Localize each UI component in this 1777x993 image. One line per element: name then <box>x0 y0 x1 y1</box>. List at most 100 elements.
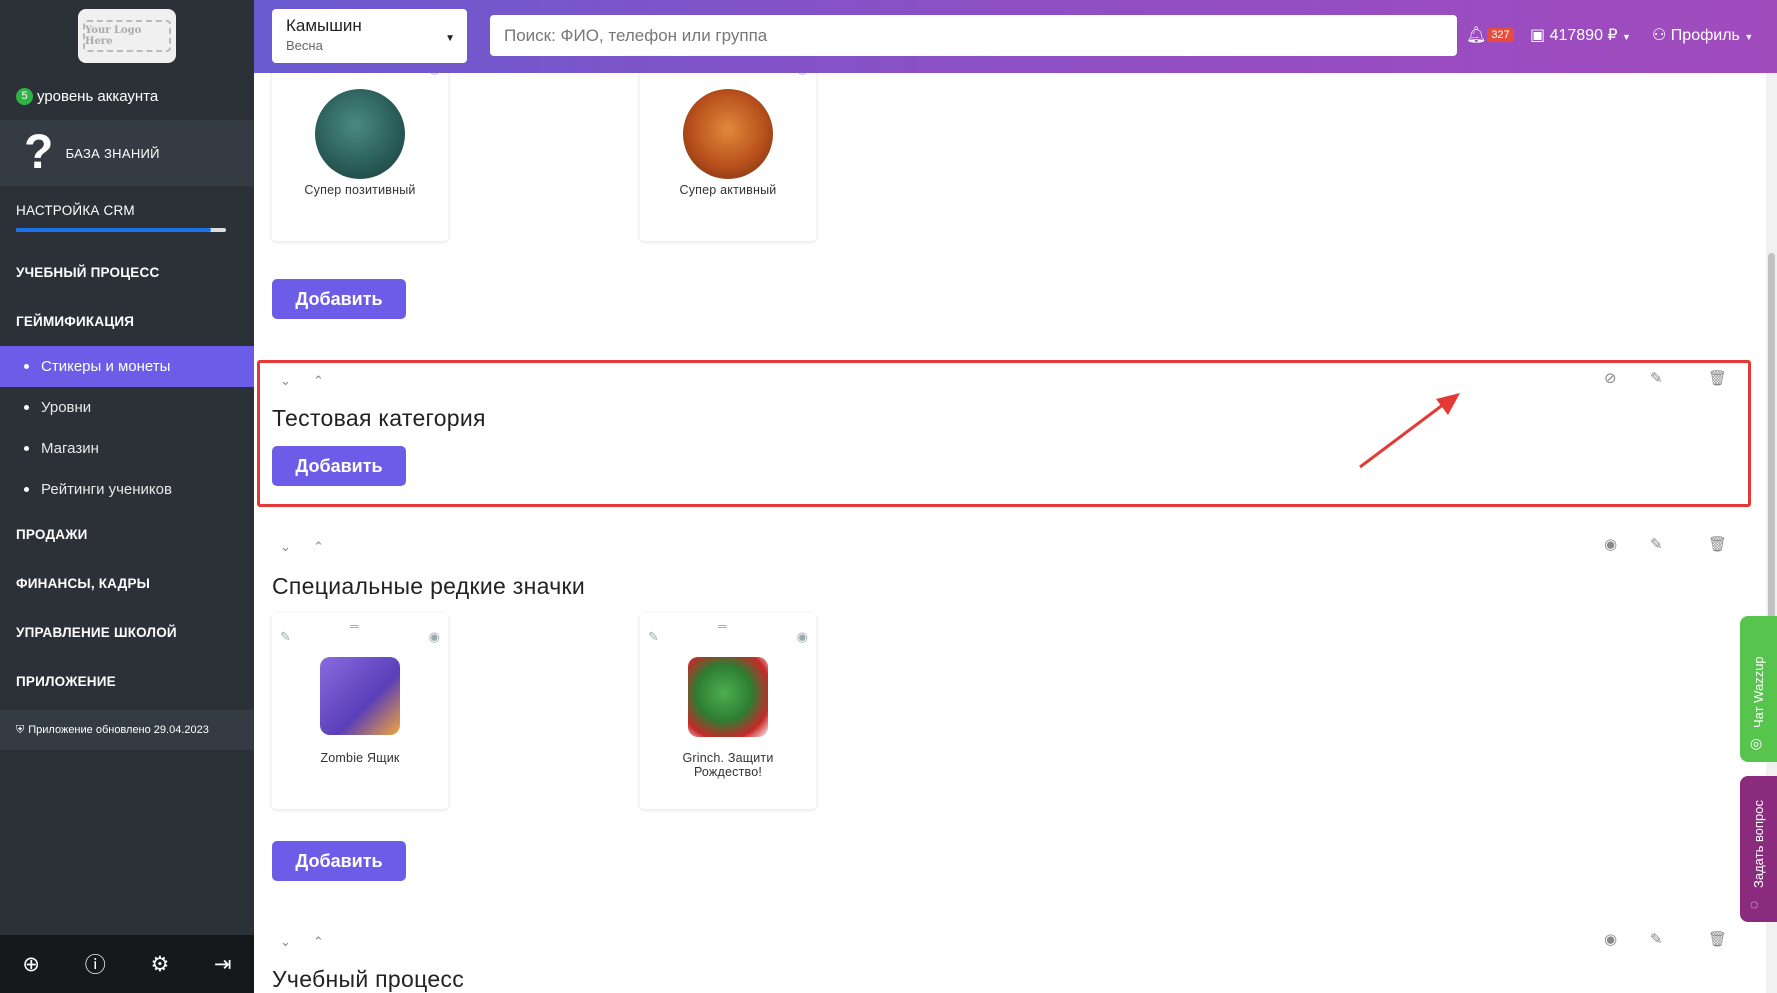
account-level-badge: 5 <box>16 87 33 105</box>
notifications-button[interactable]: 🔔︎ 327 <box>1466 25 1514 45</box>
notifications-count: 327 <box>1487 28 1514 42</box>
sidebar-subitem-ratings[interactable]: Рейтинги учеников <box>0 469 254 510</box>
sidebar-item-finance[interactable]: ФИНАНСЫ, КАДРЫ <box>0 559 254 608</box>
sidebar-subitem-label: Уровни <box>41 399 92 416</box>
chevron-down-icon[interactable]: ⌄ <box>280 373 291 389</box>
edit-icon[interactable]: ✎ <box>280 73 291 77</box>
sticker-card: ✎ ◉ Супер активный <box>640 73 816 241</box>
bullet-icon <box>24 405 29 410</box>
bullet-icon <box>24 487 29 492</box>
sidebar-subitem-label: Стикеры и монеты <box>41 358 171 375</box>
sticker-label: Grinch. Защити Рождество! <box>682 751 774 779</box>
logo-text: Your Logo Here <box>83 20 171 52</box>
trash-icon[interactable]: 🗑︎ <box>1708 930 1727 948</box>
category-title: Специальные редкие значки <box>272 573 586 599</box>
eye-off-icon[interactable]: ⊘ <box>1604 369 1617 387</box>
sidebar-footer: ⊕ ⓘ ⚙ ⇥ <box>0 935 254 993</box>
drag-handle-icon[interactable]: ═ <box>350 619 359 633</box>
logout-icon[interactable]: ⇥ <box>214 952 232 977</box>
eye-icon[interactable]: ◉ <box>797 629 808 645</box>
annotation-arrow <box>1359 393 1460 469</box>
crm-setup-progress-fill <box>16 227 212 232</box>
settings-icon[interactable]: ⚙ <box>150 952 169 977</box>
logo[interactable]: Your Logo Here <box>78 9 176 63</box>
balance-dropdown[interactable]: ▣ 417890 ₽ ▼ <box>1530 25 1631 45</box>
eye-icon[interactable]: ◉ <box>429 629 440 645</box>
branch-selector[interactable]: Камышин Весна ▼ <box>272 9 467 63</box>
sticker-image <box>315 89 405 179</box>
edit-icon[interactable]: ✎ <box>648 629 659 645</box>
chevron-up-icon[interactable]: ⌃ <box>313 539 324 555</box>
trash-icon[interactable]: 🗑︎ <box>1708 535 1727 553</box>
crm-setup-progress <box>16 227 226 232</box>
sticker-image <box>320 657 400 735</box>
add-sticker-button[interactable]: Добавить <box>272 279 406 319</box>
gamification-submenu: Стикеры и монеты Уровни Магазин Рейтинги… <box>0 346 254 510</box>
sticker-card: ═ ✎ ◉ Zombie Ящик <box>272 613 448 809</box>
sticker-label: Zombie Ящик <box>320 751 400 765</box>
edit-icon[interactable]: ✎ <box>1650 930 1663 948</box>
eye-icon[interactable]: ◉ <box>429 73 440 77</box>
ask-question-label: Задать вопрос <box>1751 800 1766 888</box>
sidebar-item-app[interactable]: ПРИЛОЖЕНИЕ <box>0 657 254 706</box>
scrollbar-thumb[interactable] <box>1768 253 1775 673</box>
sticker-image <box>683 89 773 179</box>
add-sticker-button[interactable]: Добавить <box>272 446 406 486</box>
account-level[interactable]: 5 уровень аккаунта <box>0 72 254 120</box>
sticker-card: ═ ✎ ◉ Grinch. Защити Рождество! <box>640 613 816 809</box>
sidebar-subitem-stickers[interactable]: Стикеры и монеты <box>0 346 254 387</box>
sidebar-subitem-label: Магазин <box>41 440 99 457</box>
category-title: Учебный процесс <box>272 966 465 992</box>
sticker-label: Супер активный <box>679 183 777 197</box>
wazzup-chat-tab[interactable]: Чат Wazzup ◎ <box>1740 616 1777 762</box>
sticker-image <box>688 657 768 737</box>
sidebar-subitem-label: Рейтинги учеников <box>41 481 172 498</box>
account-level-label: уровень аккаунта <box>37 87 159 105</box>
sidebar-item-crm-setup[interactable]: НАСТРОЙКА CRM <box>0 186 254 248</box>
trash-icon[interactable]: 🗑︎ <box>1708 369 1727 387</box>
eye-icon[interactable]: ◉ <box>1604 535 1617 553</box>
drag-handle-icon[interactable]: ═ <box>718 619 727 633</box>
sidebar-item-school[interactable]: УПРАВЛЕНИЕ ШКОЛОЙ <box>0 608 254 657</box>
caret-down-icon: ▼ <box>445 33 455 44</box>
edit-icon[interactable]: ✎ <box>280 629 291 645</box>
profile-label: Профиль <box>1670 27 1740 44</box>
search-input[interactable] <box>490 15 1457 56</box>
help-icon[interactable]: ⓘ <box>85 949 106 979</box>
sidebar-item-gamification[interactable]: ГЕЙМИФИКАЦИЯ <box>0 297 254 346</box>
sidebar-item-sales[interactable]: ПРОДАЖИ <box>0 510 254 559</box>
support-icon[interactable]: ⊕ <box>22 952 40 977</box>
chevron-up-icon[interactable]: ⌃ <box>313 934 324 950</box>
edit-icon[interactable]: ✎ <box>648 73 659 77</box>
user-icon: ⚇ <box>1652 27 1667 44</box>
chevron-up-icon[interactable]: ⌃ <box>313 373 324 389</box>
crm-setup-label: НАСТРОЙКА CRM <box>16 202 135 218</box>
top-header: Камышин Весна ▼ 🔔︎ 327 ▣ 417890 ₽ ▼ ⚇ Пр… <box>254 0 1777 73</box>
chevron-down-icon[interactable]: ⌄ <box>280 934 291 950</box>
sidebar-subitem-levels[interactable]: Уровни <box>0 387 254 428</box>
chevron-down-icon[interactable]: ⌄ <box>280 539 291 555</box>
eye-icon[interactable]: ◉ <box>797 73 808 77</box>
sidebar-item-learning[interactable]: УЧЕБНЫЙ ПРОЦЕСС <box>0 248 254 297</box>
branch-season: Весна <box>286 38 323 53</box>
highlight-frame <box>257 360 1751 507</box>
app-updated-text: Приложение обновлено 29.04.2023 <box>28 724 209 736</box>
knowledge-base-label: БАЗА ЗНАНИЙ <box>65 145 160 161</box>
edit-icon[interactable]: ✎ <box>1650 369 1663 387</box>
add-sticker-button[interactable]: Добавить <box>272 841 406 881</box>
wallet-icon: ▣ <box>1530 27 1546 44</box>
profile-dropdown[interactable]: ⚇ Профиль ▼ <box>1652 25 1753 45</box>
sidebar: Your Logo Here 5 уровень аккаунта ? БАЗА… <box>0 0 254 993</box>
knowledge-base-link[interactable]: ? БАЗА ЗНАНИЙ <box>0 120 254 186</box>
sidebar-subitem-shop[interactable]: Магазин <box>0 428 254 469</box>
whatsapp-icon: ◎ <box>1750 735 1763 751</box>
branch-name: Камышин <box>286 16 362 35</box>
bell-icon: 🔔︎ <box>1466 27 1487 44</box>
eye-icon[interactable]: ◉ <box>1604 930 1617 948</box>
main-content: ✎ ◉ Супер позитивный ✎ ◉ Супер активный … <box>254 73 1766 993</box>
ask-question-tab[interactable]: Задать вопрос ◌ <box>1740 776 1777 922</box>
bullet-icon <box>24 446 29 451</box>
edit-icon[interactable]: ✎ <box>1650 535 1663 553</box>
sticker-card: ✎ ◉ Супер позитивный <box>272 73 448 241</box>
caret-down-icon: ▼ <box>1622 32 1631 42</box>
